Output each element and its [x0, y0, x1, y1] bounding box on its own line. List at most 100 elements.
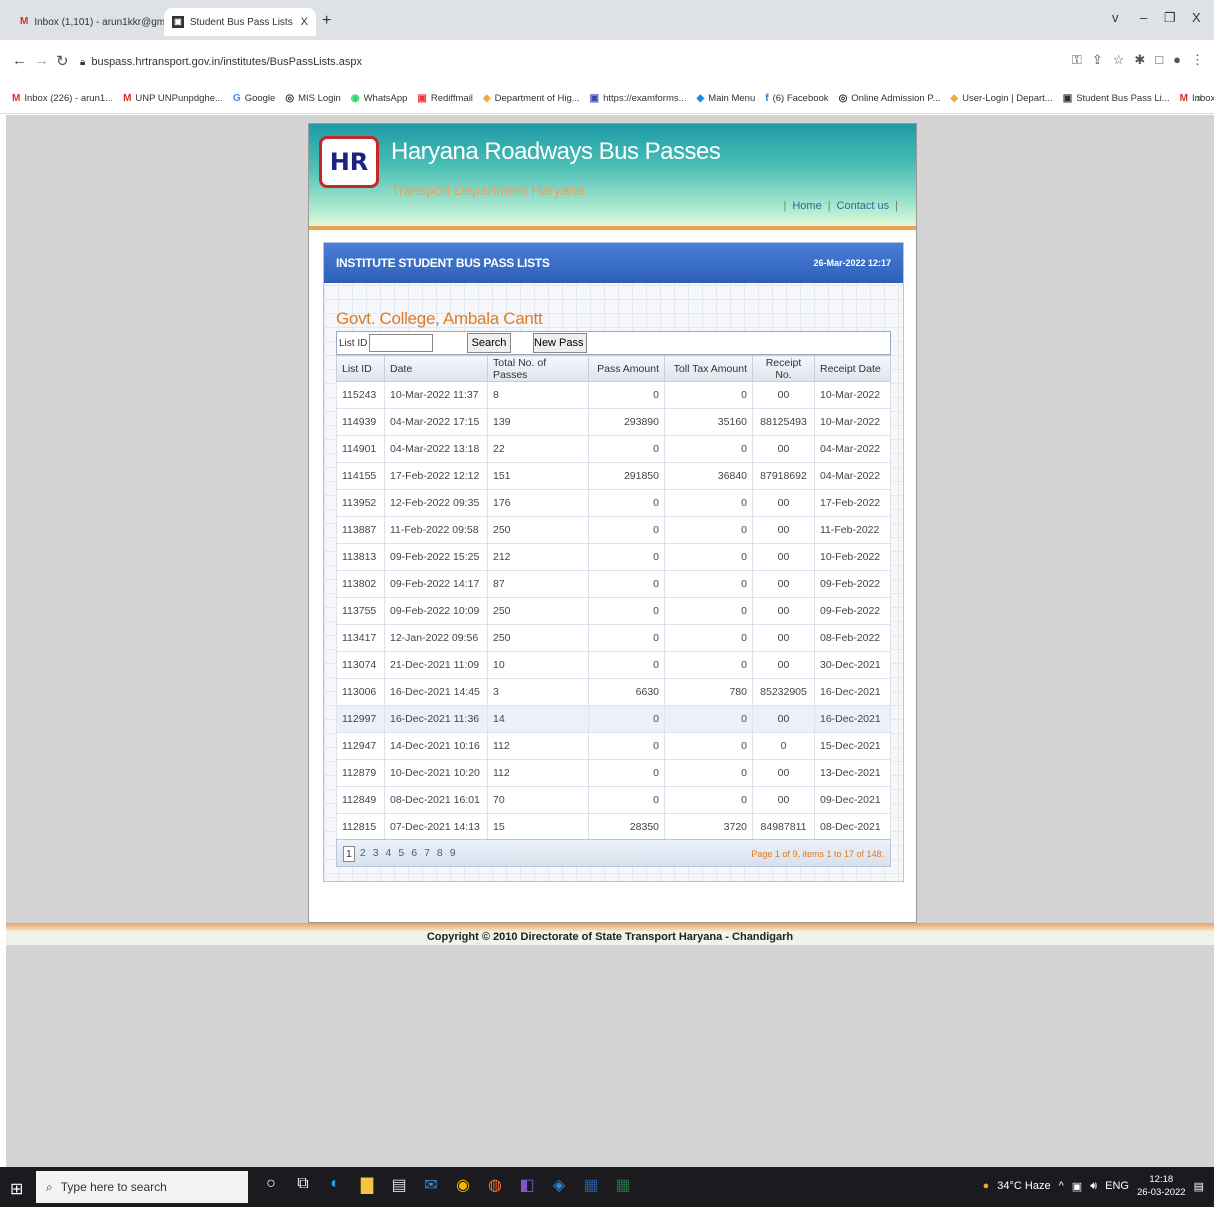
table-row[interactable]: 113813 09-Feb-2022 15:25 212 0 0 00 10-Feb-202…	[336, 543, 891, 571]
task-view-icon[interactable]: ⧉	[294, 1175, 312, 1195]
column-header[interactable]: Total No. of Passes	[487, 355, 589, 382]
tab-bus-pass[interactable]: ▣ Student Bus Pass Lists - Transpor X	[164, 8, 316, 36]
table-row[interactable]: 113952 12-Feb-2022 09:35 176 0 0 00 17-Feb-202…	[336, 489, 891, 517]
bookmark-item[interactable]: ◆ Main Menu	[697, 93, 756, 104]
table-cell: 0	[664, 543, 753, 571]
reload-icon[interactable]: ↻	[56, 52, 69, 70]
search-button[interactable]: Search	[467, 333, 511, 353]
sidepanel-icon[interactable]: □	[1155, 52, 1163, 68]
bookmark-item[interactable]: ◎ Online Admission P...	[839, 93, 941, 104]
back-icon[interactable]: ←	[12, 52, 27, 69]
column-header[interactable]: Toll Tax Amount	[664, 355, 753, 382]
star-icon[interactable]: ☆	[1113, 52, 1125, 68]
table-row[interactable]: 113887 11-Feb-2022 09:58 250 0 0 00 11-Feb-202…	[336, 516, 891, 544]
forward-icon[interactable]: →	[34, 52, 49, 69]
url-field[interactable]: 🔒︎ buspass.hrtransport.gov.in/institutes…	[80, 48, 1060, 76]
table-row[interactable]: 112997 16-Dec-2021 11:36 14 0 0 00 16-Dec-2021	[336, 705, 891, 733]
language-indicator[interactable]: ENG	[1105, 1180, 1129, 1192]
column-header[interactable]: Receipt No.	[752, 355, 815, 382]
page-link[interactable]: 1	[343, 846, 355, 862]
bookmark-item[interactable]: G Google	[233, 93, 275, 104]
table-cell: 3	[487, 678, 589, 706]
table-row[interactable]: 114155 17-Feb-2022 12:12 151 291850 36840 879…	[336, 462, 891, 490]
table-cell: 0	[588, 489, 665, 517]
windows-start-icon[interactable]: ⊞	[10, 1179, 23, 1199]
table-row[interactable]: 113755 09-Feb-2022 10:09 250 0 0 00 09-Feb-202…	[336, 597, 891, 625]
page-link[interactable]: 7	[422, 846, 432, 862]
table-row[interactable]: 113417 12-Jan-2022 09:56 250 0 0 00 08-Feb-202…	[336, 624, 891, 652]
chrome-icon[interactable]: ◉	[454, 1175, 472, 1195]
close-window-button[interactable]: X	[1192, 10, 1201, 25]
clock[interactable]: 12:18 26-03-2022	[1137, 1173, 1186, 1199]
column-header[interactable]: Pass Amount	[588, 355, 665, 382]
bookmark-item[interactable]: ◆ User-Login | Depart...	[950, 93, 1052, 104]
page-link[interactable]: 5	[396, 846, 406, 862]
bookmark-item[interactable]: ▣ https://examforms...	[590, 93, 687, 104]
key-icon[interactable]: ⚿	[1072, 52, 1082, 68]
bookmark-item[interactable]: ▣ Student Bus Pass Li...	[1063, 93, 1170, 104]
share-icon[interactable]: ⇪	[1092, 52, 1103, 68]
bookmark-item[interactable]: ◉ WhatsApp	[351, 93, 408, 104]
excel-icon[interactable]: ▦	[614, 1175, 632, 1195]
table-row[interactable]: 113006 16-Dec-2021 14:45 3 6630 780 85232905 1…	[336, 678, 891, 706]
restore-button[interactable]: ❐	[1164, 10, 1176, 26]
mail-icon[interactable]: ✉	[422, 1175, 440, 1195]
column-header[interactable]: Date	[384, 355, 488, 382]
table-row[interactable]: 114939 04-Mar-2022 17:15 139 293890 35160 881…	[336, 408, 891, 436]
app-icon[interactable]: ◧	[518, 1175, 536, 1195]
table-cell: 293890	[588, 408, 665, 436]
table-row[interactable]: 112849 08-Dec-2021 16:01 70 0 0 00 09-Dec-2021	[336, 786, 891, 814]
table-cell: 0	[664, 489, 753, 517]
store-icon[interactable]: ▤	[390, 1175, 408, 1195]
column-header[interactable]: Receipt Date	[814, 355, 891, 382]
word-icon[interactable]: ▦	[582, 1175, 600, 1195]
table-row[interactable]: 113074 21-Dec-2021 11:09 10 0 0 00 30-Dec-2021	[336, 651, 891, 679]
tab-gmail[interactable]: M Inbox (1,101) - arun1kkr@gmail... X	[12, 8, 164, 36]
address-bar-row: ← → ↻ 🔒︎ buspass.hrtransport.gov.in/inst…	[0, 40, 1214, 84]
extensions-icon[interactable]: ✱	[1134, 52, 1145, 68]
bookmark-item[interactable]: M Inbox (226) - arun1...	[12, 93, 113, 104]
notifications-icon[interactable]: ▤	[1194, 1180, 1204, 1193]
bookmark-label: User-Login | Depart...	[962, 93, 1053, 104]
bookmark-item[interactable]: f (6) Facebook	[765, 93, 828, 104]
app-icon[interactable]: ◈	[550, 1175, 568, 1195]
new-pass-list-button[interactable]: New Pass List	[533, 333, 587, 353]
page-link[interactable]: 2	[358, 846, 368, 862]
home-link[interactable]: Home	[792, 200, 821, 212]
file-explorer-icon[interactable]: ▇	[358, 1175, 376, 1195]
page-link[interactable]: 3	[371, 846, 381, 862]
bookmark-item[interactable]: M UNP UNPunpdghe...	[123, 93, 223, 104]
speaker-icon[interactable]: 🔊︎	[1090, 1180, 1097, 1193]
page-link[interactable]: 8	[435, 846, 445, 862]
table-row[interactable]: 115243 10-Mar-2022 11:37 8 0 0 00 10-Mar-2022	[336, 381, 891, 409]
page-link[interactable]: 9	[448, 846, 458, 862]
weather-text[interactable]: 34°C Haze	[997, 1180, 1050, 1192]
close-icon[interactable]: X	[301, 16, 308, 28]
tab-search-icon[interactable]: v	[1112, 10, 1119, 25]
network-icon[interactable]: ▣	[1072, 1180, 1082, 1193]
contact-link[interactable]: Contact us	[837, 200, 890, 212]
taskbar-search[interactable]: ⌕ Type here to search	[36, 1171, 248, 1203]
menu-icon[interactable]: ⋮	[1191, 52, 1204, 68]
table-row[interactable]: 112815 07-Dec-2021 14:13 15 28350 3720 849878…	[336, 813, 891, 841]
column-header[interactable]: List ID	[336, 355, 385, 382]
table-cell: 17-Feb-2022	[814, 489, 891, 517]
profile-avatar[interactable]: ●	[1173, 52, 1181, 68]
bookmarks-overflow-button[interactable]: »	[1196, 93, 1202, 104]
cortana-icon[interactable]: ○	[262, 1175, 280, 1195]
bookmark-item[interactable]: ▣ Rediffmail	[417, 93, 473, 104]
table-row[interactable]: 112879 10-Dec-2021 10:20 112 0 0 00 13-Dec-202…	[336, 759, 891, 787]
chevron-up-icon[interactable]: ^	[1059, 1180, 1064, 1192]
bookmark-item[interactable]: ◎ MIS Login	[285, 93, 341, 104]
bookmark-item[interactable]: ◆ Department of Hig...	[483, 93, 580, 104]
page-link[interactable]: 6	[409, 846, 419, 862]
minimize-button[interactable]: –	[1140, 10, 1147, 25]
table-row[interactable]: 114901 04-Mar-2022 13:18 22 0 0 00 04-Mar-2022	[336, 435, 891, 463]
firefox-icon[interactable]: ◍	[486, 1175, 504, 1195]
page-link[interactable]: 4	[384, 846, 394, 862]
edge-icon[interactable]: ◐	[326, 1175, 344, 1195]
table-row[interactable]: 113802 09-Feb-2022 14:17 87 0 0 00 09-Feb-2022	[336, 570, 891, 598]
table-row[interactable]: 112947 14-Dec-2021 10:16 112 0 0 0 15-Dec-2021	[336, 732, 891, 760]
new-tab-button[interactable]: +	[322, 12, 331, 30]
list-id-input[interactable]	[369, 334, 433, 352]
